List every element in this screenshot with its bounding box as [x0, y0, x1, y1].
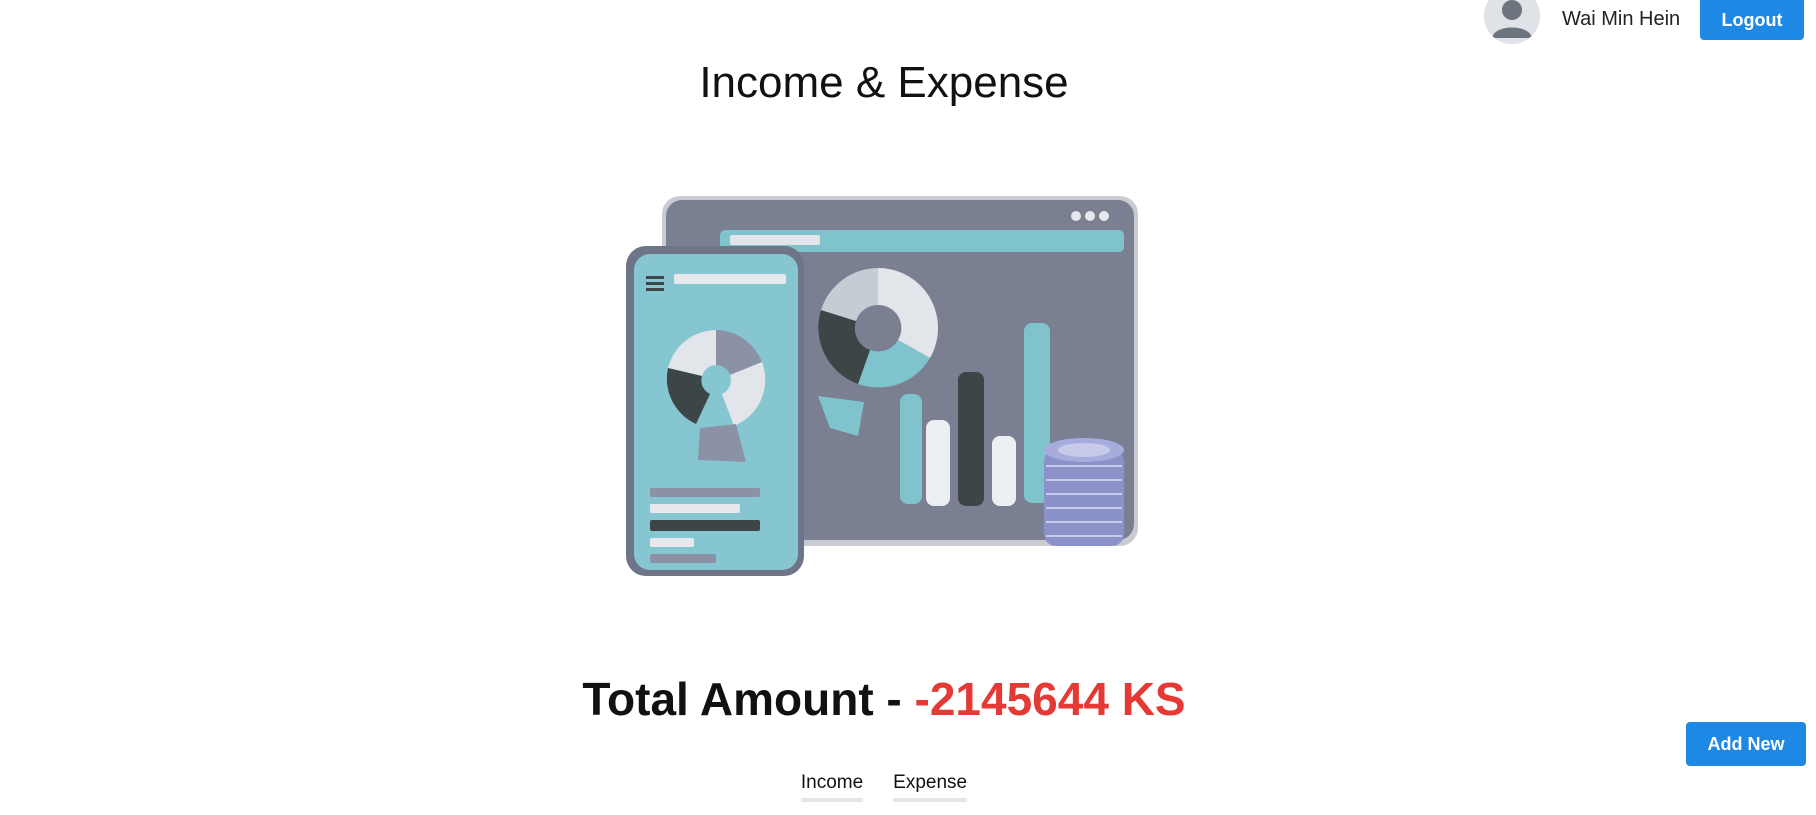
- user-avatar-icon[interactable]: [1484, 0, 1540, 44]
- total-amount-value: -2145644 KS: [914, 673, 1186, 725]
- dashboard-illustration: [620, 188, 1140, 578]
- user-name: Wai Min Hein: [1562, 8, 1681, 30]
- tab-income[interactable]: Income: [800, 772, 864, 802]
- tab-expense[interactable]: Expense: [893, 772, 968, 802]
- add-new-button[interactable]: Add New: [1686, 722, 1806, 766]
- page-title: Income & Expense: [699, 58, 1069, 107]
- total-label: Total Amount -: [582, 673, 915, 725]
- tab-bar: Income Expense: [0, 772, 1768, 802]
- logout-button[interactable]: Logout: [1700, 0, 1804, 40]
- total-amount-heading: Total Amount - -2145644 KS: [0, 672, 1768, 726]
- page: Wai Min Hein Logout Income & Expense Tot…: [0, 0, 1816, 815]
